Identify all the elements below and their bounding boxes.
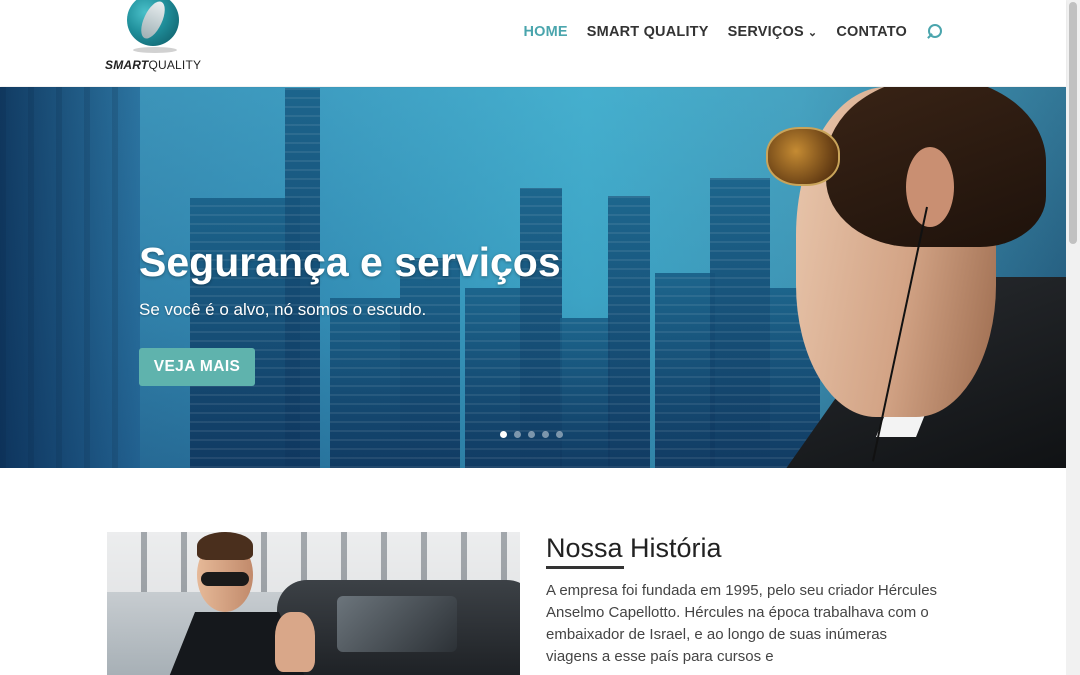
page-scrollbar[interactable] [1066,0,1080,675]
scrollbar-thumb[interactable] [1069,2,1077,244]
photo-sunglasses [201,572,249,586]
main-nav: HOME SMART QUALITY SERVIÇOS ⌄ CONTATO [523,24,942,40]
photo-car-window [337,596,457,652]
nav-smart-quality[interactable]: SMART QUALITY [587,24,709,40]
search-icon[interactable] [926,24,942,40]
title-underline [546,566,624,569]
history-text: A empresa foi fundada em 1995, pelo seu … [546,582,938,665]
slider-dot[interactable] [556,431,563,438]
photo-bodyguard [167,532,327,675]
skyscraper [520,188,562,468]
history-title: Nossa História [546,533,722,563]
sunglasses [766,127,840,186]
window-frame [0,87,140,468]
slider-dots [500,431,563,438]
logo-shadow [133,47,177,53]
nav-contato[interactable]: CONTATO [836,24,907,40]
nav-home[interactable]: HOME [523,24,567,40]
hero-subtitle: Se você é o alvo, nó somos o escudo. [139,300,427,319]
nav-servicos[interactable]: SERVIÇOS ⌄ [728,24,818,40]
skyscraper [560,318,610,468]
logo-text: SMARTQUALITY [105,58,202,72]
hero-bodyguard-image [756,87,1066,468]
skyscraper [608,196,650,468]
slider-dot[interactable] [500,431,507,438]
veja-mais-button[interactable]: VEJA MAIS [139,348,255,386]
photo-hair [197,532,253,560]
slider-dot[interactable] [542,431,549,438]
slider-dot[interactable] [514,431,521,438]
hero-content: Segurança e serviços Se você é o alvo, n… [139,239,561,320]
site-header: SMARTQUALITY HOME SMART QUALITY SERVIÇOS… [0,0,1066,86]
skyscraper [330,298,400,468]
chevron-down-icon: ⌄ [807,27,818,39]
hero-title: Segurança e serviços [139,239,561,285]
hero-slider: Segurança e serviços Se você é o alvo, n… [0,87,1066,468]
nav-servicos-label: SERVIÇOS [727,24,804,40]
ear [906,147,954,227]
photo-hand [275,612,315,672]
slider-dot[interactable] [528,431,535,438]
logo-icon [127,0,179,46]
logo[interactable]: SMARTQUALITY [105,0,205,78]
history-photo [107,532,520,675]
skyscraper [655,273,715,468]
